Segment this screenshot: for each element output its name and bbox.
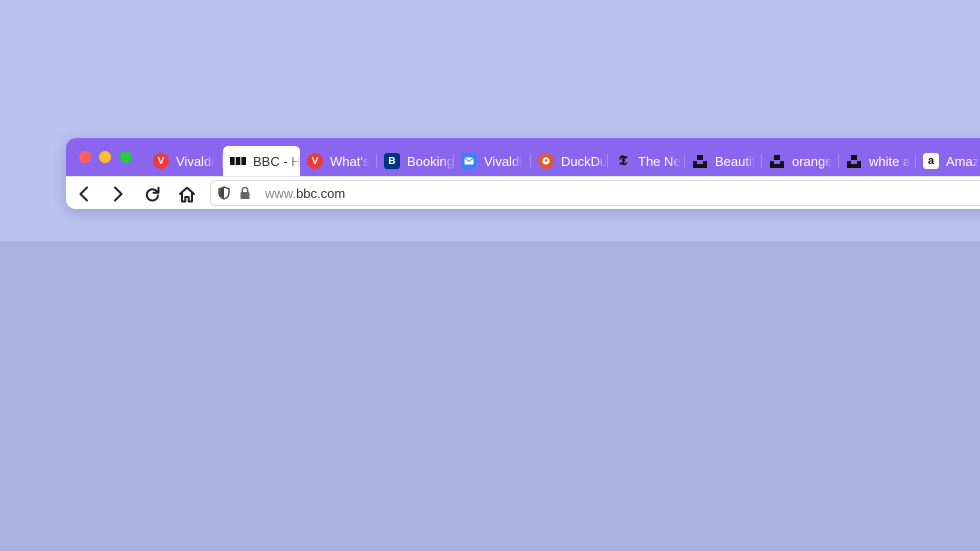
nytimes-icon: 𝕿 bbox=[618, 153, 628, 169]
forward-icon bbox=[114, 186, 123, 202]
back-icon bbox=[79, 186, 88, 202]
tab-title: DuckDu bbox=[561, 153, 608, 169]
tab-title: Beautif bbox=[715, 153, 756, 169]
maximize-window-button[interactable] bbox=[120, 151, 132, 163]
browser-window: V Vivaldi BBC - H V What's B Booking Viv… bbox=[66, 138, 980, 209]
tab-orange[interactable]: orange bbox=[762, 146, 839, 176]
forward-button[interactable] bbox=[107, 183, 129, 205]
home-button[interactable] bbox=[176, 183, 198, 205]
vivaldi-icon: V bbox=[153, 153, 169, 169]
tab-title: Vivaldi bbox=[484, 153, 523, 169]
unsplash-icon bbox=[692, 153, 708, 169]
amazon-icon: a bbox=[923, 153, 939, 169]
tab-title: Booking bbox=[407, 153, 454, 169]
unsplash-icon bbox=[846, 153, 862, 169]
reload-icon bbox=[145, 186, 159, 201]
minimize-window-button[interactable] bbox=[99, 151, 111, 163]
tab-nytimes[interactable]: 𝕿 The Ne bbox=[608, 146, 685, 176]
url-domain: bbc.com bbox=[296, 185, 346, 201]
tab-title: BBC - H bbox=[253, 153, 300, 169]
lock-icon[interactable] bbox=[237, 185, 253, 201]
close-window-button[interactable] bbox=[79, 151, 91, 163]
bbc-icon bbox=[230, 153, 246, 169]
tab-title: Amaz bbox=[946, 153, 980, 169]
tab-title: Vivaldi bbox=[176, 153, 215, 169]
tab-bbc[interactable]: BBC - H bbox=[223, 146, 300, 176]
url-prefix: www. bbox=[265, 185, 297, 201]
tab-bar: V Vivaldi BBC - H V What's B Booking Viv… bbox=[66, 138, 980, 176]
tab-title: The Ne bbox=[638, 153, 681, 169]
shield-icon[interactable] bbox=[216, 185, 232, 201]
tab-duckduckgo[interactable]: DuckDu bbox=[531, 146, 608, 176]
tab-whats[interactable]: V What's bbox=[300, 146, 377, 176]
tab-strip: V Vivaldi BBC - H V What's B Booking Viv… bbox=[146, 146, 980, 176]
tab-vivaldi-mail[interactable]: Vivaldi bbox=[454, 146, 531, 176]
tab-booking[interactable]: B Booking bbox=[377, 146, 454, 176]
url-text: www.bbc.com bbox=[265, 186, 345, 201]
tab-amazon[interactable]: a Amaz bbox=[916, 146, 980, 176]
address-bar[interactable]: www.bbc.com bbox=[210, 180, 980, 206]
tab-title: What's bbox=[330, 153, 370, 169]
tab-vivaldi[interactable]: V Vivaldi bbox=[146, 146, 223, 176]
tab-title: white a bbox=[869, 153, 911, 169]
navigation-toolbar: www.bbc.com bbox=[66, 176, 980, 209]
booking-icon: B bbox=[384, 153, 400, 169]
reload-button[interactable] bbox=[141, 183, 163, 205]
tab-beautiful[interactable]: Beautif bbox=[685, 146, 762, 176]
duckduckgo-icon bbox=[538, 153, 554, 169]
home-icon bbox=[179, 186, 195, 202]
tab-white[interactable]: white a bbox=[839, 146, 916, 176]
unsplash-icon bbox=[769, 153, 785, 169]
back-button[interactable] bbox=[73, 183, 95, 205]
tab-title: orange bbox=[792, 153, 833, 169]
vivaldi-icon: V bbox=[307, 153, 323, 169]
mail-icon bbox=[461, 153, 477, 169]
